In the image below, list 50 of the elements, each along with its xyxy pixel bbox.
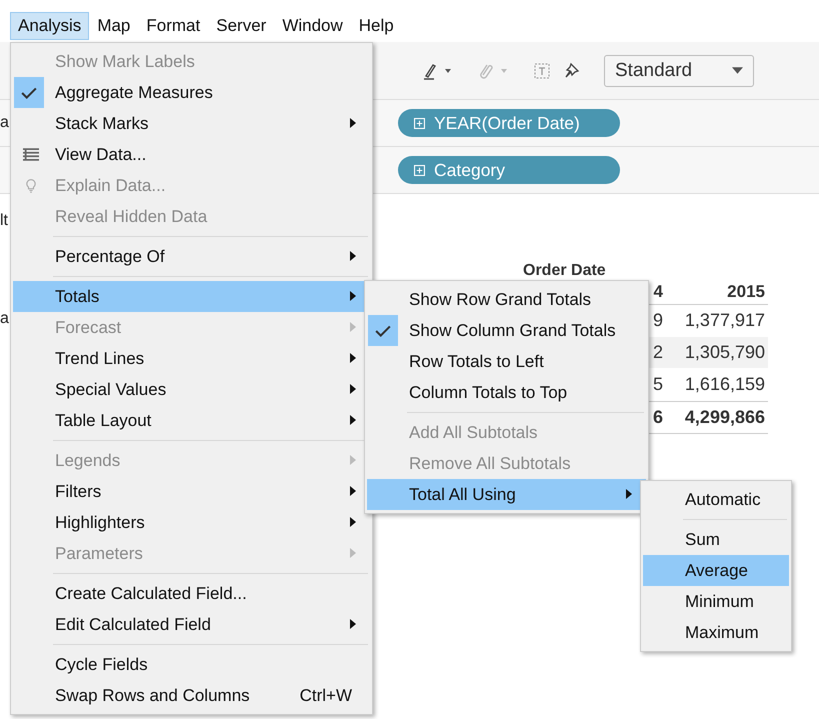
dropdown-arrow-icon (732, 67, 743, 74)
menu-bar-item[interactable]: Format (138, 12, 208, 40)
expand-icon[interactable] (414, 164, 425, 176)
menu-item[interactable]: Special Values (13, 374, 370, 405)
menu-bar-item[interactable]: Map (89, 12, 138, 40)
column-heading: 2015 (727, 282, 765, 302)
column-heading: 4 (654, 282, 663, 302)
table-cell: 9 (652, 310, 663, 331)
menu-item[interactable]: Highlighters (13, 507, 370, 538)
table-cell: 5 (652, 374, 663, 395)
table-cell: 1,616,159 (684, 374, 765, 395)
menu-item[interactable]: Table Layout (13, 405, 370, 436)
pane-text: lt (0, 211, 9, 231)
menu-item[interactable]: Filters (13, 476, 370, 507)
pane-text: a (0, 309, 10, 329)
pane-text: a (0, 113, 10, 133)
menu-item[interactable]: Sum (643, 524, 789, 555)
text-box-icon[interactable] (532, 60, 552, 80)
table-cell: 1,305,790 (684, 342, 765, 363)
menu-item[interactable]: View Data... (13, 139, 370, 170)
menu-bar-item[interactable]: Server (208, 12, 274, 40)
menu-item[interactable]: Trend Lines (13, 343, 370, 374)
menu-item[interactable]: Column Totals to Top (367, 377, 646, 408)
menu-item[interactable]: Percentage Of (13, 241, 370, 272)
table-cell: 1,377,917 (684, 310, 765, 331)
menu-item[interactable]: Show Column Grand Totals (367, 315, 646, 346)
menu-item[interactable]: Automatic (643, 484, 789, 515)
table-cell: 6 (652, 407, 663, 428)
grid-icon (23, 147, 39, 162)
menu-item[interactable]: Row Totals to Left (367, 346, 646, 377)
menu-item[interactable]: Cycle Fields (13, 649, 370, 680)
menu-item[interactable]: Create Calculated Field... (13, 578, 370, 609)
menu-item[interactable]: Swap Rows and Columns Ctrl+W (13, 680, 370, 711)
menu-item[interactable]: Stack Marks (13, 108, 370, 139)
menu-item[interactable]: Total All Using (367, 479, 646, 510)
menu-bar-item[interactable]: Help (350, 12, 402, 40)
menu-bar-item[interactable]: Window (274, 12, 351, 40)
view-size-dropdown[interactable]: Standard (604, 54, 754, 86)
menu-item[interactable]: Aggregate Measures (13, 77, 370, 108)
menu-item[interactable]: Average (643, 555, 789, 586)
expand-icon[interactable] (414, 118, 425, 128)
table-cell: 4,299,866 (684, 407, 765, 428)
caret-icon[interactable] (444, 66, 452, 74)
table-cell: 2 (652, 342, 663, 363)
menu-item[interactable]: Edit Calculated Field (13, 609, 370, 640)
menu-item[interactable]: Maximum (643, 617, 789, 648)
menu-item[interactable]: Minimum (643, 586, 789, 617)
menu-bar-item[interactable]: Analysis (10, 12, 90, 40)
menu-item[interactable]: Show Row Grand Totals (367, 284, 646, 315)
column-header: Order Date (523, 262, 607, 280)
